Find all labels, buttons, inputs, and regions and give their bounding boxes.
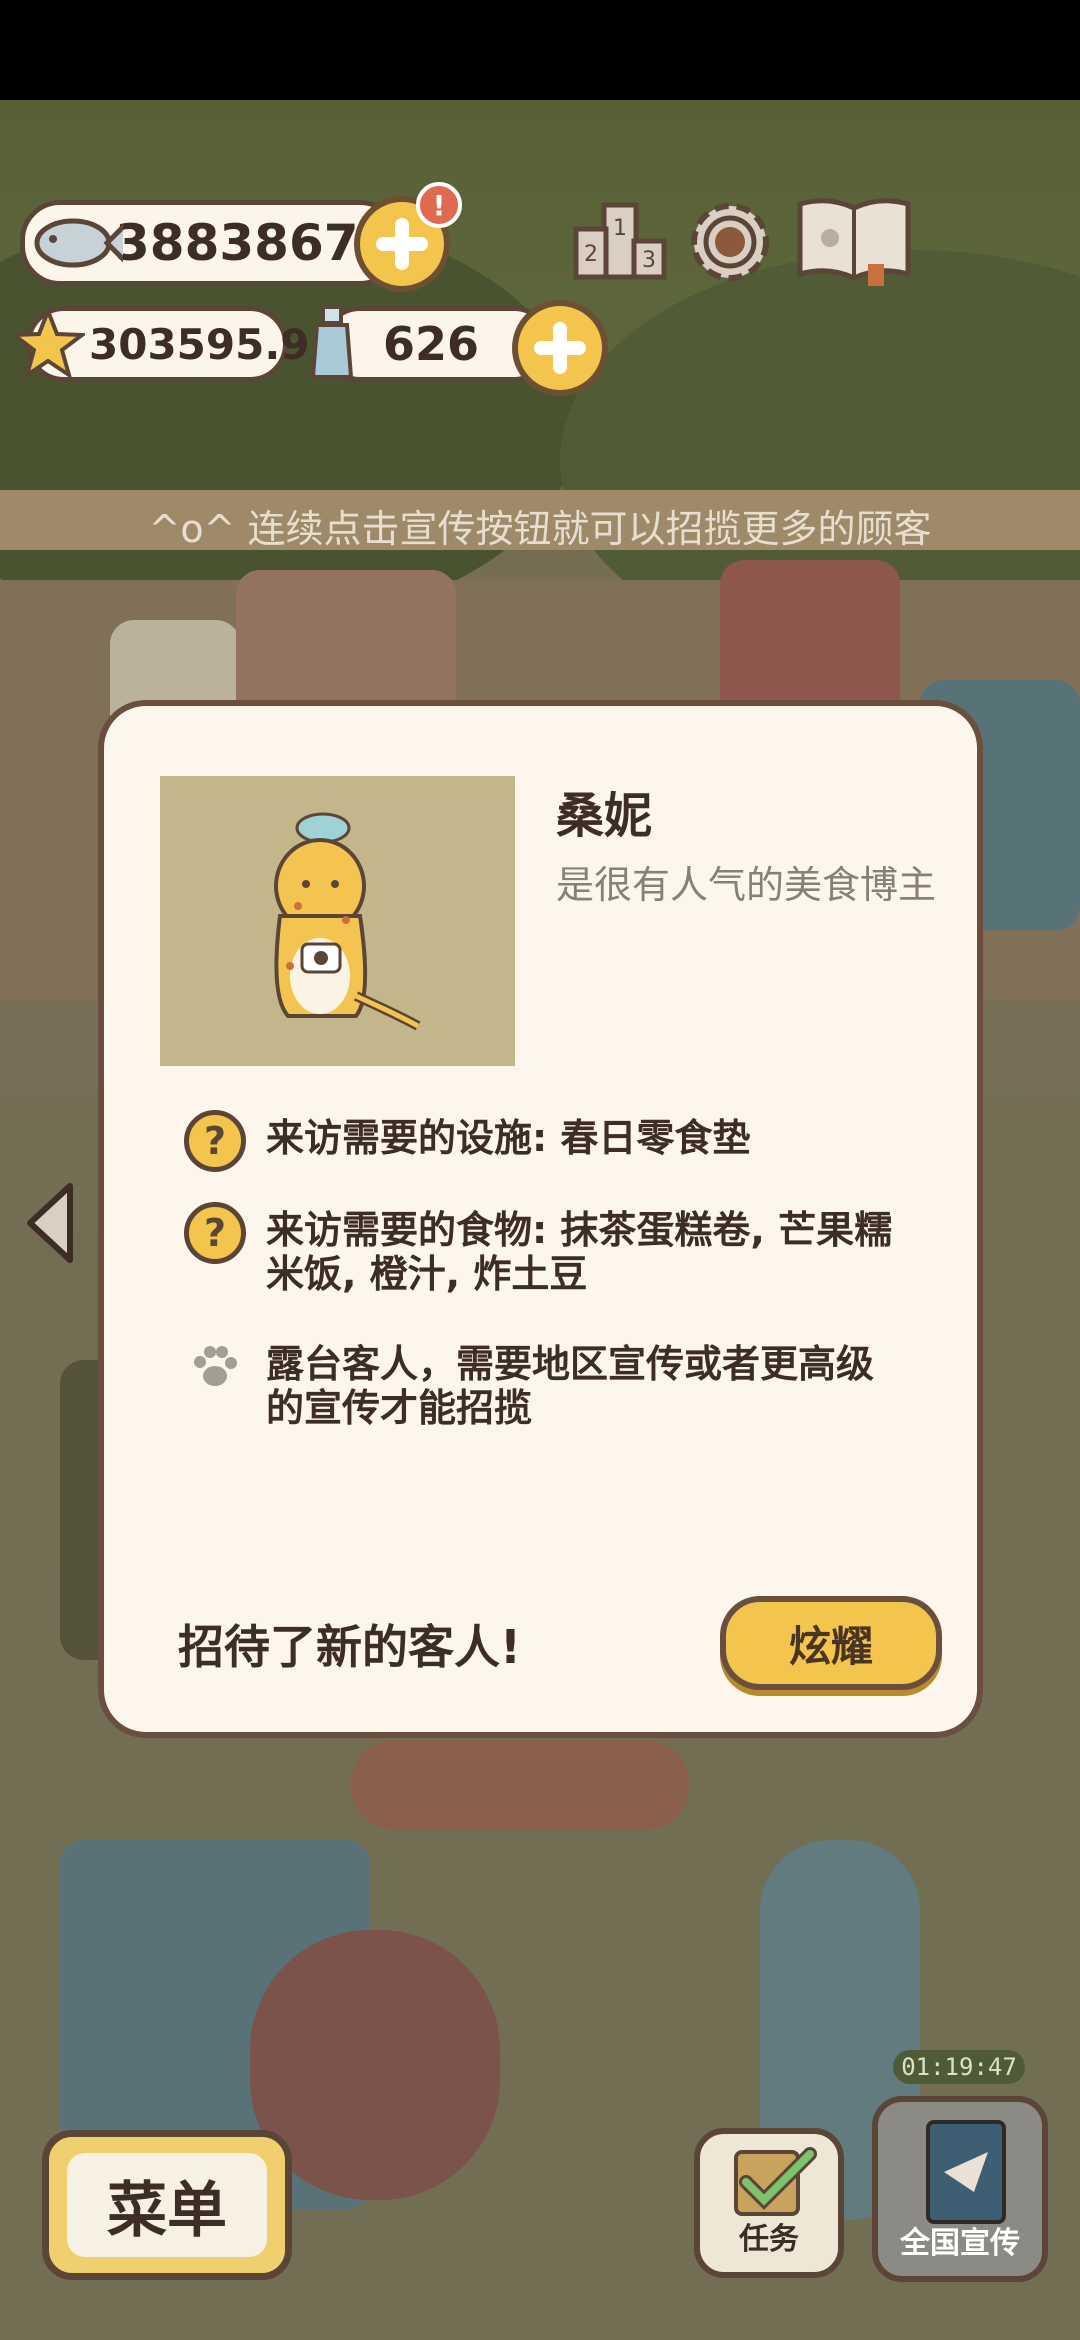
question-icon: ? <box>184 1110 246 1172</box>
star-count: 303595.9 <box>89 319 310 369</box>
promo-hint-text: ^o^ 连续点击宣传按钮就可以招揽更多的顾客 <box>148 507 932 551</box>
customer-portrait <box>160 776 515 1066</box>
requirement-facility: ? 来访需要的设施: 春日零食垫 <box>184 1110 944 1172</box>
requirement-text: 来访需要的设施: 春日零食垫 <box>266 1116 751 1160</box>
tasks-button[interactable]: 任务 <box>694 2128 844 2278</box>
recipe-book-icon[interactable] <box>794 194 914 288</box>
requirement-text: 露台客人，需要地区宣传或者更高级的宣传才能招揽 <box>266 1342 875 1430</box>
national-promo-label: 全国宣传 <box>900 2226 1020 2261</box>
show-off-button[interactable]: 炫耀 <box>720 1596 942 1690</box>
customer-name: 桑妮 <box>556 788 653 844</box>
question-icon: ? <box>184 1202 246 1264</box>
tasks-label: 任务 <box>739 2222 799 2257</box>
svg-text:3: 3 <box>642 248 656 273</box>
fish-icon <box>34 218 123 268</box>
national-promo-button[interactable]: 全国宣传 <box>872 2096 1048 2282</box>
svg-text:1: 1 <box>613 216 627 241</box>
new-customer-modal: 桑妮 是很有人气的美食博主 ? 来访需要的设施: 春日零食垫 ? 来访需要的食物… <box>98 700 983 1738</box>
promo-poster-icon <box>926 2120 1006 2224</box>
bottle-count: 626 <box>383 317 480 371</box>
promo-timer: 01:19:47 <box>893 2050 1025 2084</box>
menu-button[interactable]: 菜单 <box>42 2130 292 2280</box>
paw-icon <box>194 1346 237 1386</box>
add-bottle-button[interactable] <box>512 300 608 396</box>
customer-description: 是很有人气的美食博主 <box>556 863 937 907</box>
status-bar <box>0 0 1080 100</box>
notification-badge: ! <box>416 182 462 228</box>
star-currency-pill: 303595.9 <box>11 306 310 382</box>
requirement-text: 来访需要的食物: 抹茶蛋糕卷, 芒果糯米饭, 橙汁, 炸土豆 <box>266 1208 893 1296</box>
star-icon <box>11 307 85 380</box>
cat-customer-illustration <box>274 812 421 1031</box>
menu-button-label: 菜单 <box>67 2153 267 2257</box>
previous-page-arrow-icon[interactable] <box>22 1180 82 1266</box>
requirement-food: ? 来访需要的食物: 抹茶蛋糕卷, 芒果糯米饭, 橙汁, 炸土豆 <box>184 1202 944 1296</box>
new-customer-message: 招待了新的客人! <box>178 1620 521 1674</box>
leaderboard-icon[interactable]: 1 2 3 <box>572 195 668 285</box>
fish-count: 38838671 <box>115 214 394 272</box>
svg-text:2: 2 <box>584 242 598 267</box>
fish-currency-pill: 38838671 <box>20 200 400 286</box>
settings-gear-icon[interactable] <box>684 196 776 288</box>
milk-bottle-icon <box>310 305 354 379</box>
requirement-terrace: 露台客人，需要地区宣传或者更高级的宣传才能招揽 <box>184 1336 944 1430</box>
